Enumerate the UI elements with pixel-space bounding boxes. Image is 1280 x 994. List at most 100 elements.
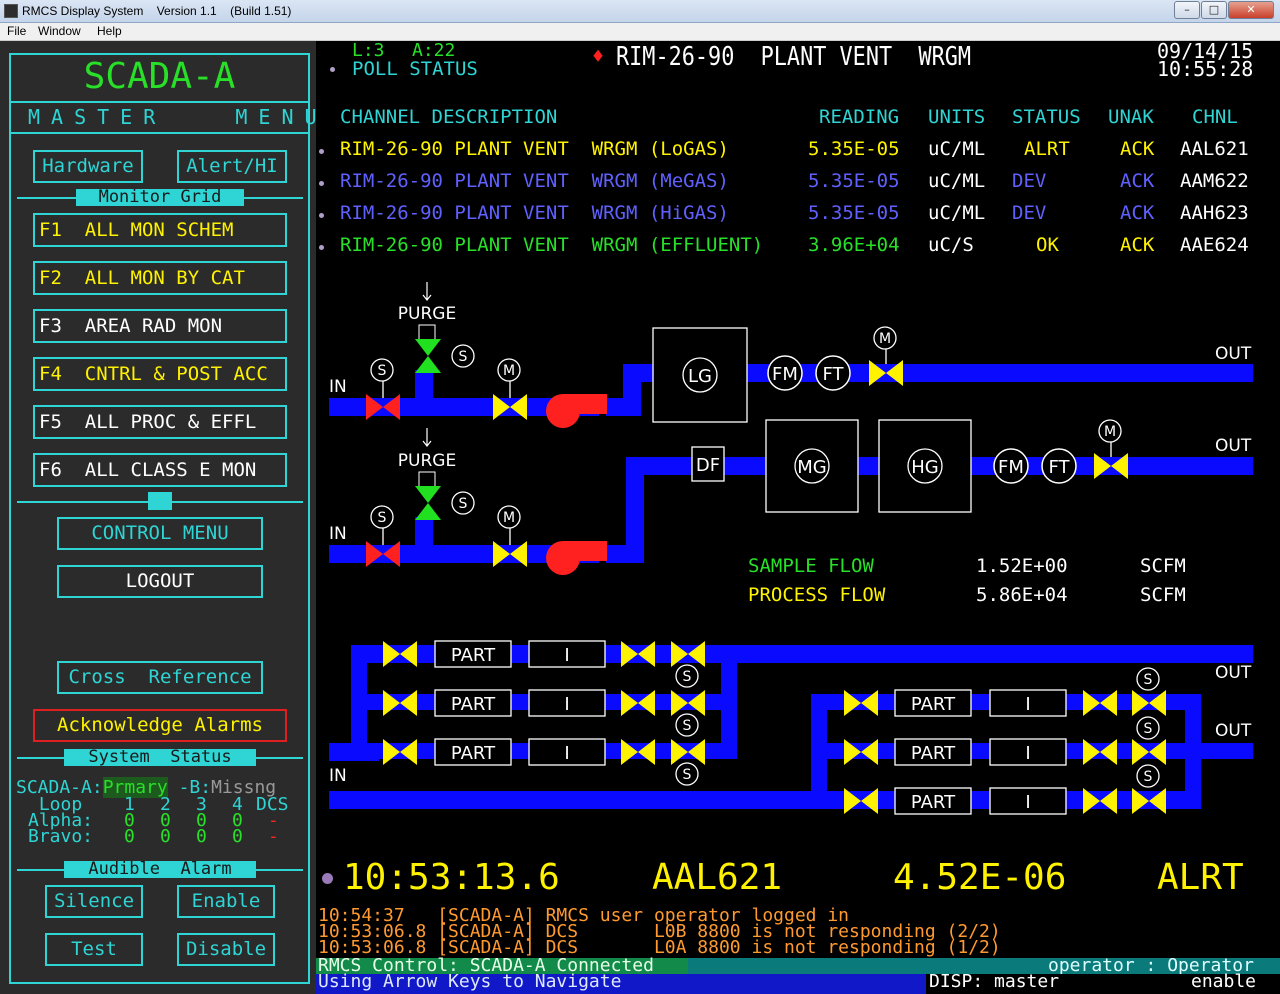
flow-instrument-label: FM xyxy=(772,364,798,385)
f6-all-class-e-mon-button[interactable]: F6 ALL CLASS E MON xyxy=(33,453,287,487)
f1-all-mon-schem-button[interactable]: F1 ALL MON SCHEM xyxy=(33,213,287,247)
valve-icon xyxy=(621,641,638,667)
cell-status: DEV xyxy=(1012,202,1047,224)
flow-label: IN xyxy=(329,377,347,397)
sample-flow-label: SAMPLE FLOW xyxy=(748,555,874,577)
valve-icon xyxy=(415,356,441,373)
silence-button[interactable]: Silence xyxy=(45,885,143,918)
alert-hi-button[interactable]: Alert/HI xyxy=(177,150,287,183)
bravo-dcs: - xyxy=(268,826,279,847)
purge-label: PURGE xyxy=(398,451,456,471)
acknowledge-alarms-button[interactable]: Acknowledge Alarms xyxy=(33,709,287,742)
cell-reading: 5.35E-05 xyxy=(808,170,900,192)
valve-icon xyxy=(638,690,655,716)
logout-button[interactable]: LOGOUT xyxy=(57,565,263,598)
bravo-3: 0 xyxy=(196,826,207,847)
valve-icon xyxy=(886,360,903,386)
poll-indicator-icon xyxy=(330,67,335,72)
flow-label: IN xyxy=(329,766,347,786)
detector-label: HG xyxy=(911,457,938,478)
pump-icon xyxy=(563,541,607,561)
instrument-label: M xyxy=(879,331,891,347)
detector-label: PART xyxy=(451,694,496,715)
valve-icon xyxy=(688,739,705,765)
col-header-units: UNITS xyxy=(928,106,986,128)
valve-icon xyxy=(383,394,400,420)
divider xyxy=(11,132,308,134)
maximize-icon[interactable]: □ xyxy=(1201,1,1227,19)
valve-icon xyxy=(621,739,638,765)
valve-icon xyxy=(671,739,688,765)
bravo-label: Bravo: xyxy=(28,826,94,847)
purge-actuator-icon xyxy=(418,471,436,489)
detector-label: PART xyxy=(451,743,496,764)
flow-instrument-label: FT xyxy=(822,364,844,385)
process-flow-units: SCFM xyxy=(1140,584,1186,606)
flow-label: IN xyxy=(329,524,347,544)
cell-reading: 3.96E+04 xyxy=(808,234,900,256)
row-indicator-icon xyxy=(319,245,324,250)
flow-instrument-label: FM xyxy=(998,457,1024,478)
instrument-label: S xyxy=(1144,721,1153,737)
detector-label: PART xyxy=(911,792,956,813)
cell-desc: RIM-26-90 PLANT VENT WRGM (MeGAS) xyxy=(340,170,729,192)
cross-reference-button[interactable]: Cross Reference xyxy=(57,661,263,694)
window-titlebar: RMCS Display System Version 1.1 (Build 1… xyxy=(0,0,1280,23)
window-title: RMCS Display System Version 1.1 (Build 1… xyxy=(22,4,292,18)
cell-unak: ACK xyxy=(1120,202,1155,224)
detector-label: I xyxy=(1025,694,1030,715)
cell-chnl: AAH623 xyxy=(1180,202,1249,224)
detector-label: PART xyxy=(911,743,956,764)
alarm-time: 10:53:13.6 xyxy=(343,857,560,898)
f3-area-rad-mon-button[interactable]: F3 AREA RAD MON xyxy=(33,309,287,343)
alarm-status: ALRT xyxy=(1157,857,1244,898)
disable-button[interactable]: Disable xyxy=(177,933,275,966)
valve-icon xyxy=(366,394,383,420)
flow-label: OUT xyxy=(1215,344,1252,364)
enable-button[interactable]: Enable xyxy=(177,885,275,918)
instrument-label: S xyxy=(378,363,387,379)
valve-icon xyxy=(621,690,638,716)
detector-label: PART xyxy=(911,694,956,715)
f2-all-mon-by-cat-button[interactable]: F2 ALL MON BY CAT xyxy=(33,261,287,295)
minimize-icon[interactable]: – xyxy=(1174,1,1200,19)
detector-label: I xyxy=(1025,743,1030,764)
f5-all-proc-effl-button[interactable]: F5 ALL PROC & EFFL xyxy=(33,405,287,439)
valve-icon xyxy=(1149,739,1166,765)
valve-icon xyxy=(861,739,878,765)
grid-toggle-icon[interactable] xyxy=(148,492,172,510)
app-icon xyxy=(4,4,18,18)
enable-status: enable xyxy=(1191,971,1257,992)
f-label: AREA RAD MON xyxy=(84,315,223,337)
f-label: ALL MON BY CAT xyxy=(84,267,245,289)
process-flow-value: 5.86E+04 xyxy=(976,584,1068,606)
bravo-2: 0 xyxy=(160,826,171,847)
alarm-value: 4.52E-06 xyxy=(893,857,1067,898)
valve-icon xyxy=(1083,739,1100,765)
detector-label: LG xyxy=(688,366,712,387)
divider xyxy=(11,101,308,103)
f-key: F1 xyxy=(39,219,62,241)
system-status-header: System Status xyxy=(64,749,256,766)
test-button[interactable]: Test xyxy=(45,933,143,966)
col-header-status: STATUS xyxy=(1012,106,1081,128)
valve-icon xyxy=(869,360,886,386)
menu-help[interactable]: Help xyxy=(97,24,122,38)
valve-icon xyxy=(510,541,527,567)
monitor-grid-header: Monitor Grid xyxy=(76,189,244,206)
cell-chnl: AAE624 xyxy=(1180,234,1249,256)
close-icon[interactable]: ✕ xyxy=(1228,1,1274,19)
flow-label: OUT xyxy=(1215,663,1252,683)
valve-icon xyxy=(1111,453,1128,479)
f4-cntrl-post-acc-button[interactable]: F4 CNTRL & POST ACC xyxy=(33,357,287,391)
valve-icon xyxy=(510,394,527,420)
menu-file[interactable]: File xyxy=(7,24,26,38)
menu-window[interactable]: Window xyxy=(38,24,81,38)
control-menu-button[interactable]: CONTROL MENU xyxy=(57,517,263,550)
bravo-4: 0 xyxy=(232,826,243,847)
hardware-button[interactable]: Hardware xyxy=(33,150,143,183)
col-header-reading: READING xyxy=(819,106,900,128)
cell-status: ALRT xyxy=(1024,138,1070,160)
valve-icon xyxy=(671,690,688,716)
valve-icon xyxy=(493,394,510,420)
